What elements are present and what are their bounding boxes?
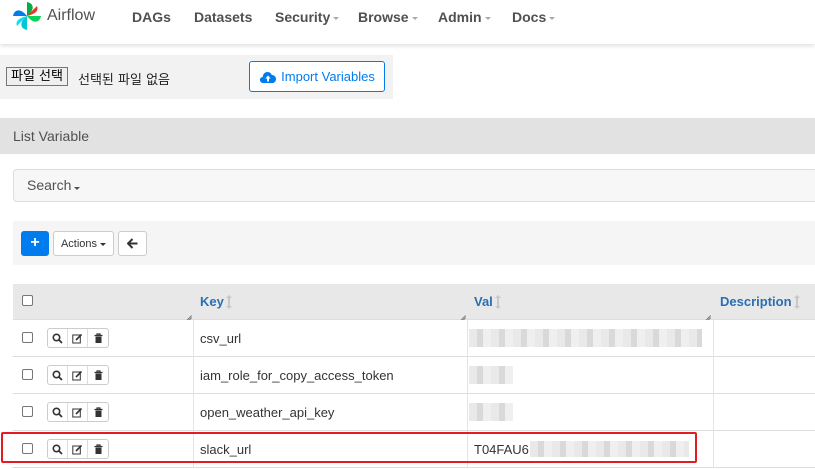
nav-dags[interactable]: DAGs (132, 9, 171, 25)
redacted-value (469, 329, 702, 347)
brand-name: Airflow (47, 7, 96, 24)
chevron-down-icon (333, 16, 340, 20)
nav-admin-label: Admin (438, 9, 482, 25)
view-record-button[interactable] (48, 403, 68, 421)
nav-browse-label: Browse (358, 9, 409, 25)
file-select-button[interactable]: 파일 선택 (6, 67, 68, 86)
column-header-val[interactable]: Val (474, 294, 501, 309)
chevron-down-icon (549, 16, 556, 20)
nav-datasets[interactable]: Datasets (194, 9, 252, 25)
column-resize-handle[interactable] (703, 308, 711, 316)
trash-icon (94, 406, 102, 417)
column-header-key-label: Key (200, 294, 224, 309)
import-variables-button[interactable]: Import Variables (249, 61, 385, 92)
nav-docs[interactable]: Docs (512, 9, 556, 25)
delete-record-button[interactable] (88, 329, 108, 347)
edit-record-button[interactable] (68, 366, 88, 384)
row-checkbox[interactable] (22, 369, 33, 380)
nav-dags-label: DAGs (132, 9, 171, 25)
highlight-annotation (1, 432, 697, 463)
edit-record-button[interactable] (68, 329, 88, 347)
column-header-val-label: Val (474, 294, 493, 309)
chevron-down-icon (74, 187, 81, 190)
table-row: iam_role_for_copy_access_token (13, 357, 815, 394)
arrow-left-icon (127, 238, 138, 249)
row-checkbox[interactable] (22, 332, 33, 343)
nav-admin[interactable]: Admin (438, 9, 491, 25)
edit-record-button[interactable] (68, 403, 88, 421)
add-variable-button[interactable]: + (21, 231, 49, 256)
trash-icon (94, 332, 102, 343)
table-row: open_weather_api_key (13, 394, 815, 431)
row-checkbox[interactable] (22, 406, 33, 417)
view-record-button[interactable] (48, 366, 68, 384)
variable-key: csv_url (200, 331, 242, 346)
sort-icon (494, 294, 501, 309)
select-all-checkbox[interactable] (22, 295, 33, 306)
delete-record-button[interactable] (88, 366, 108, 384)
search-icon (52, 332, 63, 344)
edit-icon (72, 370, 83, 380)
column-resize-handle[interactable] (458, 308, 466, 316)
search-icon (52, 406, 63, 418)
chevron-down-icon (411, 16, 418, 20)
search-toggle[interactable]: Search (13, 169, 815, 202)
delete-record-button[interactable] (88, 403, 108, 421)
edit-icon (72, 407, 83, 417)
nav-browse[interactable]: Browse (358, 9, 418, 25)
search-icon (52, 369, 63, 381)
column-header-description-label: Description (720, 294, 792, 309)
cloud-upload-icon (260, 71, 277, 83)
back-button[interactable] (118, 231, 147, 256)
redacted-value (469, 366, 513, 384)
redacted-value (469, 403, 513, 421)
chevron-down-icon (100, 243, 107, 246)
row-action-buttons (47, 402, 109, 422)
search-label: Search (27, 177, 72, 193)
table-row: csv_url (13, 320, 815, 357)
sort-icon (225, 294, 232, 309)
file-status-text: 선택된 파일 없음 (78, 73, 170, 88)
nav-docs-label: Docs (512, 9, 547, 25)
variable-key: open_weather_api_key (200, 405, 335, 420)
trash-icon (94, 369, 102, 380)
chevron-down-icon (484, 16, 491, 20)
actions-dropdown-button[interactable]: Actions (53, 231, 114, 256)
nav-datasets-label: Datasets (194, 9, 253, 25)
row-action-buttons (47, 365, 109, 385)
nav-security-label: Security (275, 9, 331, 25)
view-record-button[interactable] (48, 329, 68, 347)
column-header-description[interactable]: Description (720, 294, 800, 309)
column-resize-handle[interactable] (184, 308, 192, 316)
sort-icon (793, 294, 800, 309)
actions-label: Actions (60, 237, 98, 250)
import-variables-label: Import Variables (281, 69, 375, 84)
edit-icon (72, 333, 83, 343)
panel-title: List Variable (0, 118, 815, 154)
row-action-buttons (47, 328, 109, 348)
action-toolbar: + Actions (13, 221, 815, 265)
variable-key: iam_role_for_copy_access_token (200, 368, 394, 383)
table-header: Key Val Description (13, 284, 815, 320)
airflow-pinwheel-icon (13, 2, 41, 30)
nav-security[interactable]: Security (275, 9, 340, 25)
column-divider (713, 320, 714, 468)
top-navbar: Airflow DAGs Datasets Security Browse Ad… (0, 0, 815, 44)
brand[interactable]: Airflow (10, 0, 95, 32)
column-header-key[interactable]: Key (200, 294, 232, 309)
